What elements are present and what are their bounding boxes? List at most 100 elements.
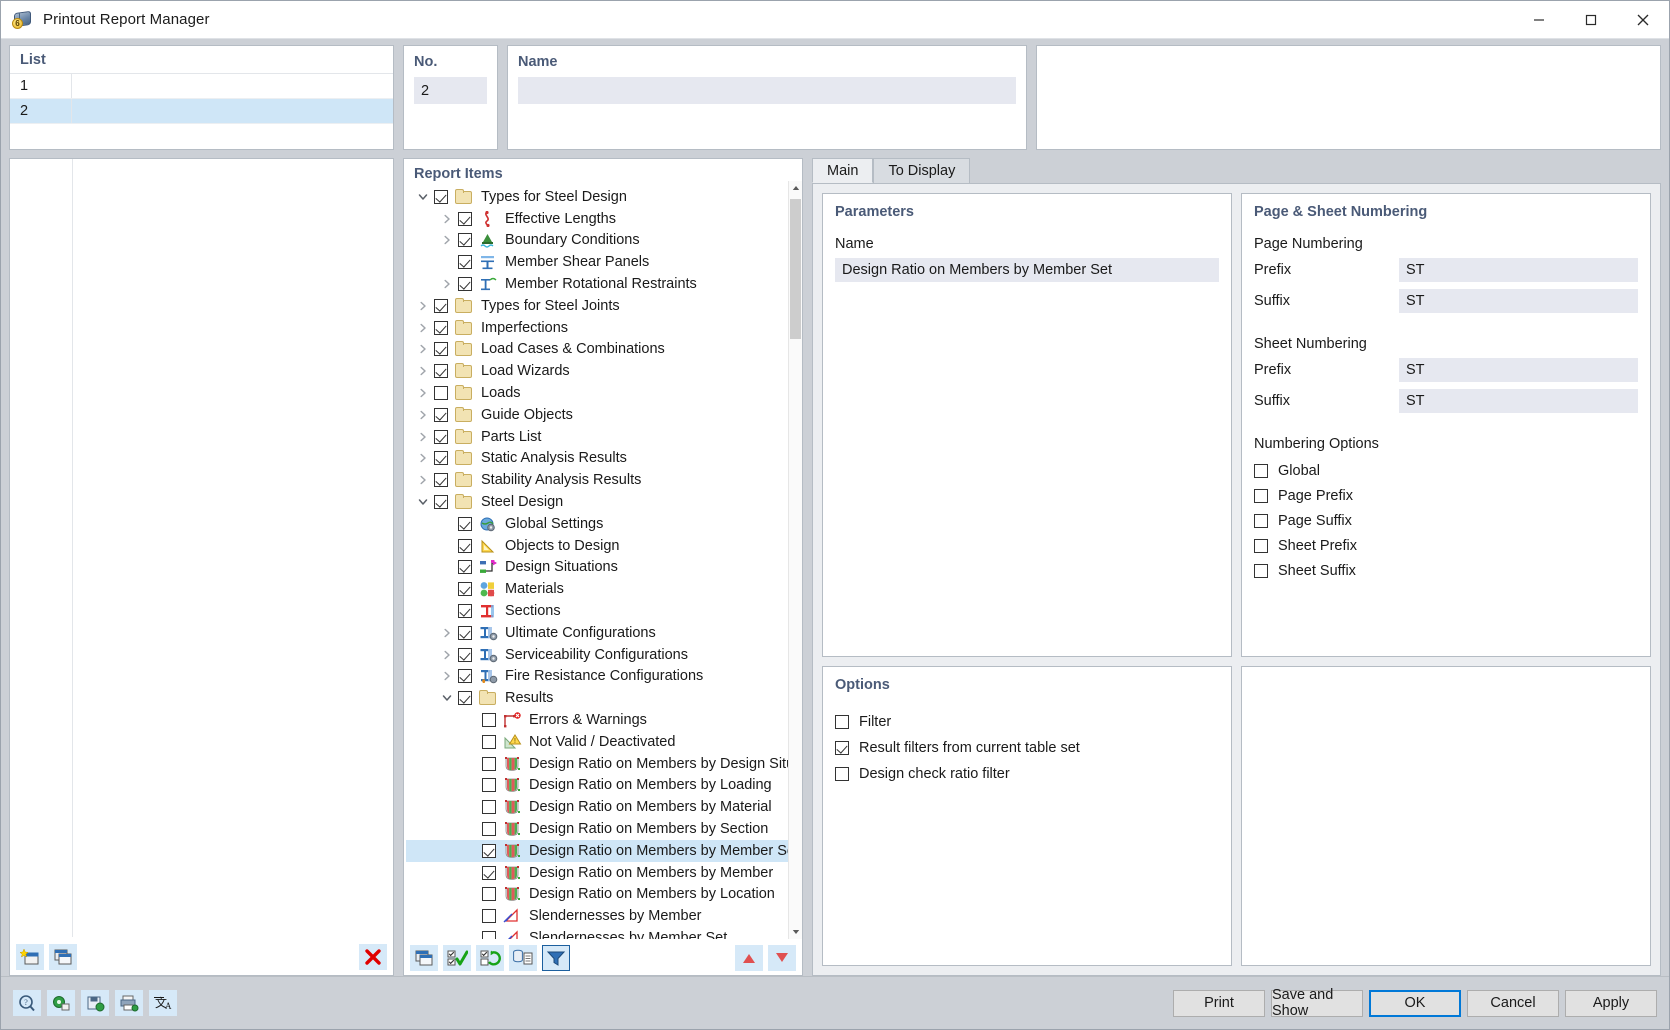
numbering-option-checkbox[interactable] xyxy=(1254,513,1268,528)
scroll-down-icon[interactable] xyxy=(789,925,802,940)
tree-item[interactable]: Serviceability Configurations xyxy=(406,644,802,666)
chevron-right-icon[interactable] xyxy=(412,339,434,360)
copy-report-button[interactable] xyxy=(49,944,77,971)
delete-report-button[interactable] xyxy=(359,944,387,971)
help-button[interactable]: ? xyxy=(13,990,41,1016)
option-checkbox[interactable] xyxy=(835,715,849,730)
tree-item-checkbox[interactable] xyxy=(482,909,496,924)
maximize-icon[interactable] xyxy=(1565,1,1617,39)
sheet-prefix-input[interactable]: ST xyxy=(1399,358,1638,382)
tree-item[interactable]: Slendernesses by Member xyxy=(406,905,802,927)
tree-item[interactable]: Results xyxy=(406,687,802,709)
report-items-scrollbar[interactable] xyxy=(788,181,802,940)
tree-item-checkbox[interactable] xyxy=(434,320,448,335)
tree-item[interactable]: Types for Steel Joints xyxy=(406,295,802,317)
tree-item-checkbox[interactable] xyxy=(458,669,472,684)
invert-selection-button[interactable] xyxy=(476,944,504,971)
chevron-right-icon[interactable] xyxy=(436,230,458,251)
tree-item-checkbox[interactable] xyxy=(434,386,448,401)
save-and-show-button[interactable]: Save and Show xyxy=(1271,987,1363,1019)
chevron-right-icon[interactable] xyxy=(436,666,458,687)
tree-item-checkbox[interactable] xyxy=(458,211,472,226)
tree-item-checkbox[interactable] xyxy=(434,451,448,466)
tree-item-checkbox[interactable] xyxy=(482,713,496,728)
numbering-option-row[interactable]: Sheet Suffix xyxy=(1254,558,1638,583)
print-button[interactable]: Print xyxy=(1173,989,1265,1017)
scroll-up-icon[interactable] xyxy=(789,181,802,195)
apply-button[interactable]: Apply xyxy=(1565,989,1657,1017)
tree-item[interactable]: Design Ratio on Members by Section xyxy=(406,818,802,840)
numbering-option-row[interactable]: Sheet Prefix xyxy=(1254,533,1638,558)
report-items-tree[interactable]: Types for Steel Design Effective Lengths B… xyxy=(404,186,802,940)
tree-item[interactable]: Guide Objects xyxy=(406,404,802,426)
select-all-button[interactable] xyxy=(443,944,471,971)
chevron-down-icon[interactable] xyxy=(412,186,434,207)
language-button[interactable]: 文 A xyxy=(149,990,177,1016)
option-checkbox[interactable] xyxy=(835,767,849,782)
tree-item-checkbox[interactable] xyxy=(458,538,472,553)
chevron-down-icon[interactable] xyxy=(412,492,434,513)
numbering-option-checkbox[interactable] xyxy=(1254,488,1268,503)
tab-main[interactable]: Main xyxy=(812,158,874,183)
tree-item-checkbox[interactable] xyxy=(458,516,472,531)
tree-item[interactable]: Imperfections xyxy=(406,317,802,339)
option-row[interactable]: Filter xyxy=(835,709,1219,735)
tree-item[interactable]: Materials xyxy=(406,578,802,600)
tree-item-checkbox[interactable] xyxy=(482,778,496,793)
close-icon[interactable] xyxy=(1617,1,1669,39)
tree-item-checkbox[interactable] xyxy=(458,560,472,575)
chevron-right-icon[interactable] xyxy=(436,622,458,643)
tree-item-checkbox[interactable] xyxy=(434,189,448,204)
option-row[interactable]: Result filters from current table set xyxy=(835,735,1219,761)
tree-item[interactable]: Design Situations xyxy=(406,557,802,579)
tree-item[interactable]: Load Wizards xyxy=(406,360,802,382)
page-prefix-input[interactable]: ST xyxy=(1399,258,1638,282)
tree-item[interactable]: Slendernesses by Member Set xyxy=(406,927,802,940)
settings-export-button[interactable] xyxy=(47,990,75,1016)
tree-item-checkbox[interactable] xyxy=(434,298,448,313)
cancel-button[interactable]: Cancel xyxy=(1467,989,1559,1017)
tree-item[interactable]: Types for Steel Design xyxy=(406,186,802,208)
list-item[interactable]: 1 xyxy=(10,74,393,99)
tree-item[interactable]: Load Cases & Combinations xyxy=(406,339,802,361)
tree-item-checkbox[interactable] xyxy=(434,407,448,422)
tree-item[interactable]: Design Ratio on Members by Material xyxy=(406,796,802,818)
tree-item-checkbox[interactable] xyxy=(458,604,472,619)
tree-item-checkbox[interactable] xyxy=(482,865,496,880)
numbering-option-checkbox[interactable] xyxy=(1254,463,1268,478)
tree-item-checkbox[interactable] xyxy=(434,364,448,379)
tree-item[interactable]: Effective Lengths xyxy=(406,208,802,230)
page-suffix-input[interactable]: ST xyxy=(1399,289,1638,313)
tree-item[interactable]: Steel Design xyxy=(406,491,802,513)
no-field-input[interactable]: 2 xyxy=(414,77,487,104)
tree-item-checkbox[interactable] xyxy=(434,429,448,444)
tree-item[interactable]: Boundary Conditions xyxy=(406,230,802,252)
tree-item-checkbox[interactable] xyxy=(482,756,496,771)
move-up-button[interactable] xyxy=(735,944,763,971)
numbering-option-row[interactable]: Page Prefix xyxy=(1254,483,1638,508)
tree-item[interactable]: Ultimate Configurations xyxy=(406,622,802,644)
ok-button[interactable]: OK xyxy=(1369,989,1461,1017)
new-report-button[interactable] xyxy=(16,944,44,971)
sheet-suffix-input[interactable]: ST xyxy=(1399,389,1638,413)
chevron-right-icon[interactable] xyxy=(412,383,434,404)
copy-item-button[interactable] xyxy=(410,944,438,971)
chevron-right-icon[interactable] xyxy=(412,404,434,425)
tree-item-checkbox[interactable] xyxy=(482,930,496,940)
tree-item-checkbox[interactable] xyxy=(482,800,496,815)
chevron-right-icon[interactable] xyxy=(412,448,434,469)
option-row[interactable]: Design check ratio filter xyxy=(835,761,1219,787)
scrollbar-thumb[interactable] xyxy=(790,199,801,339)
database-export-button[interactable] xyxy=(509,944,537,971)
tree-item[interactable]: Errors & Warnings xyxy=(406,709,802,731)
name-field-input[interactable] xyxy=(518,77,1016,104)
numbering-option-checkbox[interactable] xyxy=(1254,538,1268,553)
chevron-right-icon[interactable] xyxy=(412,295,434,316)
printer-settings-button[interactable] xyxy=(115,990,143,1016)
chevron-right-icon[interactable] xyxy=(436,644,458,665)
option-checkbox[interactable] xyxy=(835,741,849,756)
chevron-right-icon[interactable] xyxy=(412,317,434,338)
chevron-right-icon[interactable] xyxy=(436,274,458,295)
tree-item-checkbox[interactable] xyxy=(458,255,472,270)
tree-item[interactable]: Sections xyxy=(406,600,802,622)
